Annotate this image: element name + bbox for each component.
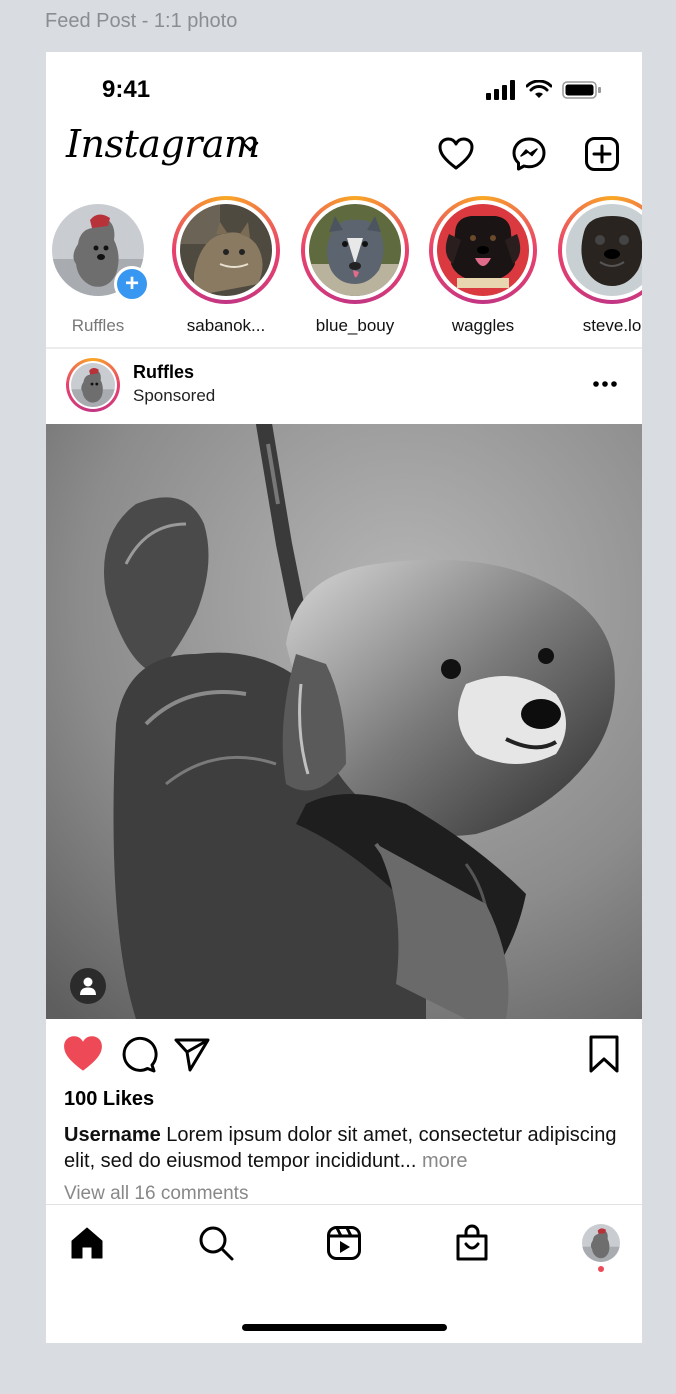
nav-profile[interactable] (580, 1222, 622, 1264)
post-photo[interactable] (46, 424, 642, 1019)
status-icons (486, 80, 602, 100)
bookmark-icon (589, 1035, 619, 1073)
search-icon (199, 1226, 234, 1261)
comment-icon (122, 1036, 158, 1073)
view-comments-link[interactable]: View all 16 comments (64, 1183, 248, 1205)
messenger-icon (512, 137, 546, 171)
instagram-logo[interactable]: Instagram (66, 122, 260, 166)
story-item[interactable]: waggles (423, 196, 543, 336)
wifi-icon (526, 80, 552, 98)
save-button[interactable] (586, 1034, 626, 1074)
shop-icon (456, 1224, 488, 1261)
stories-tray: + Ruffles sabanok... blue_bouy waggles s… (46, 196, 642, 346)
share-button[interactable] (172, 1034, 212, 1074)
story-own[interactable]: + Ruffles (46, 196, 158, 336)
nav-home[interactable] (66, 1222, 108, 1264)
phone-screen: 9:41 Instagram + Ruffles sabanok... blue… (46, 52, 642, 1343)
more-dots-icon[interactable] (590, 370, 620, 398)
sponsored-label: Sponsored (133, 386, 216, 405)
reels-icon (327, 1226, 361, 1260)
story-ring (172, 196, 280, 304)
create-post-button[interactable] (582, 134, 622, 174)
story-avatar (437, 204, 529, 296)
story-name: steve.lo (582, 316, 642, 335)
nav-search[interactable] (195, 1222, 237, 1264)
home-indicator (242, 1324, 447, 1331)
story-name: waggles (451, 316, 515, 335)
comment-button[interactable] (118, 1034, 158, 1074)
story-name: sabanok... (186, 316, 266, 335)
story-ring (301, 196, 409, 304)
send-icon (174, 1038, 210, 1072)
nav-reels[interactable] (323, 1222, 365, 1264)
caption-username[interactable]: Username (64, 1124, 161, 1146)
story-avatar (180, 204, 272, 296)
status-time: 9:41 (102, 76, 151, 103)
chevron-down-icon[interactable] (240, 140, 260, 154)
story-item[interactable]: blue_bouy (295, 196, 415, 336)
profile-avatar (582, 1224, 620, 1262)
signal-icon (486, 80, 515, 100)
notification-dot (598, 1266, 604, 1272)
caption-more-link[interactable]: more (416, 1150, 468, 1172)
home-icon (71, 1227, 103, 1259)
heart-outline-icon (438, 137, 474, 170)
post-avatar[interactable] (66, 358, 120, 412)
story-avatar (566, 204, 642, 296)
add-story-icon[interactable]: + (114, 266, 150, 302)
post-username[interactable]: Ruffles (133, 362, 194, 383)
story-name: blue_bouy (315, 316, 395, 335)
story-name: Ruffles (71, 316, 125, 335)
stories-divider (46, 347, 642, 349)
like-button[interactable] (63, 1034, 103, 1074)
heart-filled-icon (64, 1036, 102, 1071)
post-caption: Username Lorem ipsum dolor sit amet, con… (64, 1122, 624, 1174)
frame-label: Feed Post - 1:1 photo (45, 10, 238, 32)
story-ring (429, 196, 537, 304)
battery-icon (562, 81, 601, 99)
user-tag-button[interactable] (70, 968, 106, 1004)
story-item[interactable]: sabanok... (166, 196, 286, 336)
story-item[interactable]: steve.lo (552, 196, 642, 336)
activity-button[interactable] (436, 134, 476, 174)
nav-shop[interactable] (451, 1222, 493, 1264)
story-ring (558, 196, 642, 304)
plus-square-icon (585, 137, 619, 171)
user-tag-icon (80, 977, 96, 995)
likes-count[interactable]: 100 Likes (64, 1088, 154, 1111)
story-avatar (309, 204, 401, 296)
messenger-button[interactable] (509, 134, 549, 174)
